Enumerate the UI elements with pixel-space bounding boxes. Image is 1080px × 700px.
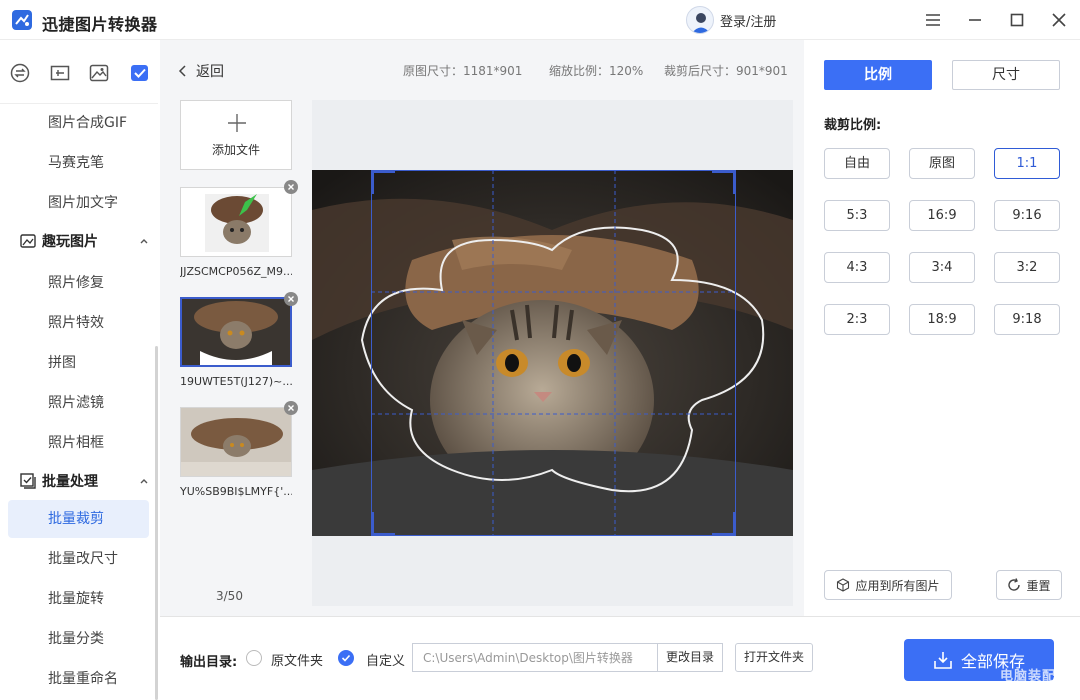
radio-original-folder-label: 原文件夹 — [271, 654, 324, 669]
sidebar-item-photo-frame[interactable]: 照片相框 — [8, 424, 149, 462]
add-file-label: 添加文件 — [211, 143, 260, 157]
chevron-left-icon — [178, 65, 186, 77]
cube-icon — [837, 578, 850, 592]
apply-all-button[interactable]: 应用到所有图片 — [824, 570, 952, 600]
close-icon[interactable] — [1047, 8, 1071, 32]
ratio-1-1[interactable]: 1:1 — [994, 148, 1060, 179]
sidebar-item-photo-repair[interactable]: 照片修复 — [8, 264, 149, 302]
change-dir-button[interactable]: 更改目录 — [657, 643, 723, 672]
ratio-3-2[interactable]: 3:2 — [994, 252, 1060, 283]
sidebar-item-batch-classify[interactable]: 批量分类 — [8, 620, 149, 658]
remove-file-2-icon[interactable] — [284, 292, 298, 306]
sidebar-item-add-text[interactable]: 图片加文字 — [8, 184, 149, 222]
ratio-9-16[interactable]: 9:16 — [994, 200, 1060, 231]
download-icon — [934, 652, 952, 669]
app-logo-icon — [12, 10, 32, 30]
page-count: 3/50 — [216, 589, 243, 603]
avatar — [686, 6, 714, 34]
crop-ratio-label: 裁剪比例: — [824, 118, 882, 133]
crop-settings-panel: 比例 尺寸 裁剪比例: 自由 原图 1:1 5:3 16:9 9:16 4:3 … — [804, 40, 1080, 616]
file-name-1: JJZSCMCP056Z_M9... — [180, 265, 292, 278]
file-name-3: YU%SB9BI$LMYF{'... — [180, 485, 292, 498]
radio-custom-folder[interactable] — [338, 650, 354, 666]
title-bar: 迅捷图片转换器 登录/注册 — [0, 0, 1080, 40]
apply-all-label: 应用到所有图片 — [855, 578, 940, 593]
ratio-3-4[interactable]: 3:4 — [909, 252, 975, 283]
ratio-16-9[interactable]: 16:9 — [909, 200, 975, 231]
login-button[interactable]: 登录/注册 — [686, 5, 776, 35]
sidebar-item-batch-rotate[interactable]: 批量旋转 — [8, 580, 149, 618]
output-bar: 输出目录: 原文件夹 自定义 更改目录 打开文件夹 全部保存 电脑装配网 — [160, 616, 1080, 700]
reset-label: 重置 — [1026, 578, 1051, 593]
sidebar-item-photo-effects[interactable]: 照片特效 — [8, 304, 149, 342]
sidebar-item-batch-resize[interactable]: 批量改尺寸 — [8, 540, 149, 578]
minimize-icon[interactable] — [963, 8, 987, 32]
ratio-9-18[interactable]: 9:18 — [994, 304, 1060, 335]
sidebar-scrollbar[interactable] — [155, 346, 158, 700]
refresh-icon — [1008, 578, 1021, 591]
plus-icon — [228, 114, 246, 132]
output-dir-label: 输出目录: — [180, 655, 238, 670]
workspace: 返回 原图尺寸：1181*901 缩放比例：120% 裁剪后尺寸：901*901… — [160, 40, 804, 616]
ratio-original[interactable]: 原图 — [909, 148, 975, 179]
convert-icon[interactable] — [9, 62, 31, 84]
ratio-free[interactable]: 自由 — [824, 148, 890, 179]
back-button[interactable]: 返回 — [178, 60, 224, 82]
sidebar-group-batch[interactable]: 批量处理 — [20, 466, 150, 496]
output-path-input[interactable] — [412, 643, 658, 672]
image-edit-icon[interactable] — [88, 62, 110, 84]
sidebar: 图片合成GIF 马赛克笔 图片加文字 趣玩图片 照片修复 照片特效 拼图 照片滤… — [0, 40, 158, 700]
fun-images-icon — [20, 234, 36, 248]
zoom-level: 缩放比例：120% — [549, 64, 644, 78]
sidebar-item-gif[interactable]: 图片合成GIF — [8, 104, 149, 142]
maximize-icon[interactable] — [1005, 8, 1029, 32]
chevron-up-icon — [140, 239, 148, 244]
original-size: 原图尺寸：1181*901 — [403, 64, 523, 78]
sidebar-group-batch-label: 批量处理 — [42, 474, 98, 490]
sidebar-item-batch-rename[interactable]: 批量重命名 — [8, 660, 149, 698]
back-label: 返回 — [196, 64, 224, 80]
reset-button[interactable]: 重置 — [996, 570, 1062, 600]
sidebar-item-mosaic[interactable]: 马赛克笔 — [8, 144, 149, 182]
ratio-4-3[interactable]: 4:3 — [824, 252, 890, 283]
batch-process-icon — [20, 473, 36, 489]
remove-file-1-icon[interactable] — [284, 180, 298, 194]
cropped-size: 裁剪后尺寸：901*901 — [664, 64, 788, 78]
crop-box[interactable] — [371, 170, 736, 536]
remove-file-3-icon[interactable] — [284, 401, 298, 415]
add-file-button[interactable]: 添加文件 — [180, 100, 292, 170]
app-title: 迅捷图片转换器 — [42, 15, 158, 34]
ratio-2-3[interactable]: 2:3 — [824, 304, 890, 335]
file-name-2: 19UWTE5T(J127)~... — [180, 375, 292, 388]
watermark: 电脑装配网 — [1000, 669, 1071, 684]
file-thumb-3[interactable] — [180, 407, 292, 477]
batch-tools-icon[interactable] — [129, 62, 151, 84]
check-icon — [341, 654, 351, 662]
sidebar-group-fun-label: 趣玩图片 — [42, 234, 98, 250]
sidebar-icon-bar — [0, 40, 158, 104]
menu-icon[interactable] — [921, 8, 945, 32]
tab-size[interactable]: 尺寸 — [952, 60, 1060, 90]
sidebar-item-photo-filter[interactable]: 照片滤镜 — [8, 384, 149, 422]
file-thumb-2[interactable] — [180, 297, 292, 367]
ratio-5-3[interactable]: 5:3 — [824, 200, 890, 231]
open-folder-button[interactable]: 打开文件夹 — [735, 643, 813, 672]
radio-original-folder[interactable] — [246, 650, 262, 666]
radio-custom-folder-label: 自定义 — [366, 654, 406, 669]
tab-ratio[interactable]: 比例 — [824, 60, 932, 90]
sidebar-item-collage[interactable]: 拼图 — [8, 344, 149, 382]
ratio-18-9[interactable]: 18:9 — [909, 304, 975, 335]
sidebar-item-batch-crop[interactable]: 批量裁剪 — [8, 500, 149, 538]
chevron-up-icon — [140, 479, 148, 484]
file-thumb-1[interactable] — [180, 187, 292, 257]
login-label: 登录/注册 — [720, 14, 777, 30]
sidebar-group-fun[interactable]: 趣玩图片 — [20, 226, 150, 256]
compress-icon[interactable] — [49, 62, 71, 84]
